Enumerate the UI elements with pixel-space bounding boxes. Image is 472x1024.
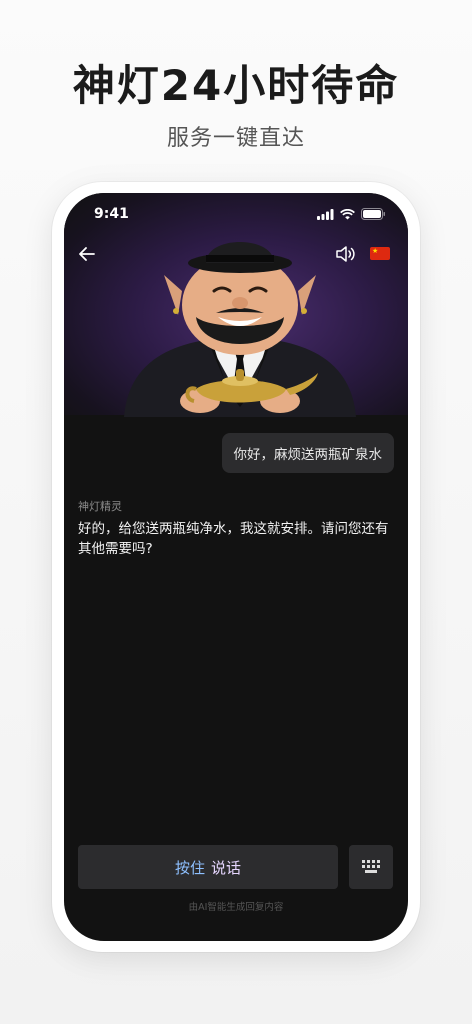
talk-label-hold: 按住 [174, 858, 205, 877]
page-headline: 神灯24小时待命 [72, 61, 400, 110]
genie-hero-area: 9:41 ★ [64, 193, 408, 417]
phone-screen: 9:41 ★ 你好，麻烦送两瓶矿泉水 神灯精灵 好的，给您送两瓶纯净水，我这就安… [64, 193, 408, 941]
status-bar: 9:41 [64, 205, 408, 225]
keyboard-icon [362, 860, 380, 873]
keyboard-toggle-button[interactable] [349, 845, 393, 889]
wifi-icon [340, 208, 355, 219]
bot-name-label: 神灯精灵 [78, 500, 122, 513]
status-time: 9:41 [94, 206, 129, 222]
status-icons [317, 208, 386, 220]
battery-icon [361, 208, 385, 220]
flag-star-icon: ★ [372, 247, 379, 255]
talk-label-speak: 说话 [211, 858, 242, 877]
user-message-bubble: 你好，麻烦送两瓶矿泉水 [221, 433, 394, 473]
china-flag-icon[interactable]: ★ [370, 247, 390, 260]
genie-character-image [124, 242, 356, 417]
bot-message-text: 好的，给您送两瓶纯净水，我这就安排。请问您还有其他需要吗? [78, 521, 389, 557]
page-subheadline: 服务一键直达 [166, 126, 305, 151]
back-arrow-icon[interactable] [76, 243, 98, 265]
ai-disclaimer-text: 由AI智能生成回复内容 [188, 902, 284, 913]
hold-to-talk-button[interactable]: 按住 说话 [78, 845, 338, 889]
signal-icon [317, 208, 334, 220]
